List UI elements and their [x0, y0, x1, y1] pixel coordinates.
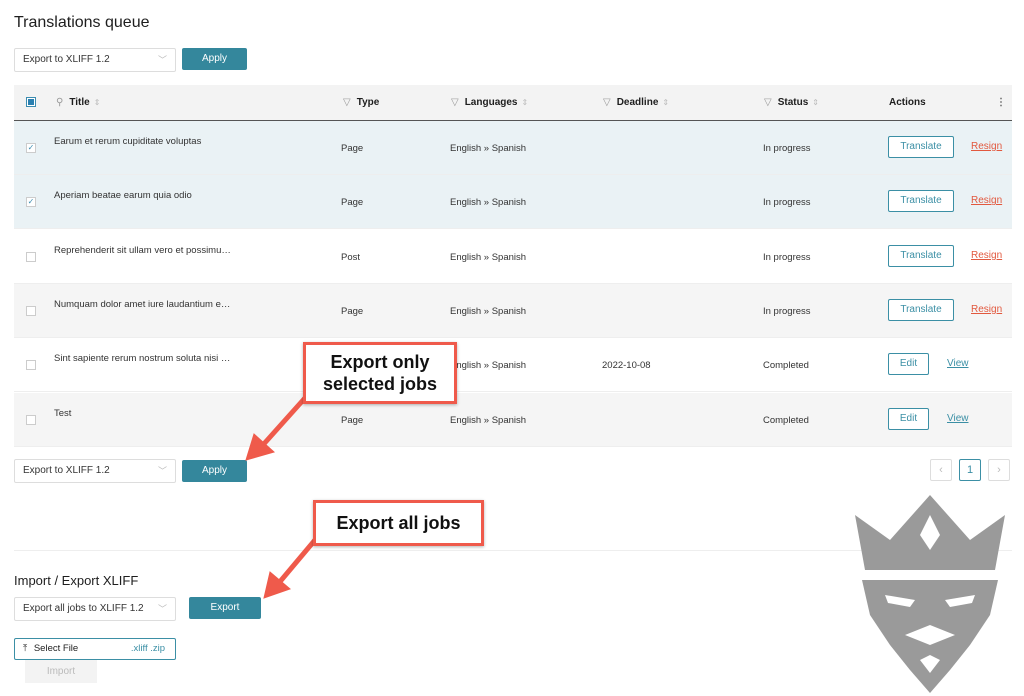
arrow-all: [276, 538, 317, 586]
logo-icon: [855, 495, 1005, 693]
callout-all-jobs: Export all jobs: [313, 500, 484, 546]
arrow-selected: [260, 396, 307, 448]
callout-selected-jobs: Export only selected jobs: [303, 342, 457, 404]
